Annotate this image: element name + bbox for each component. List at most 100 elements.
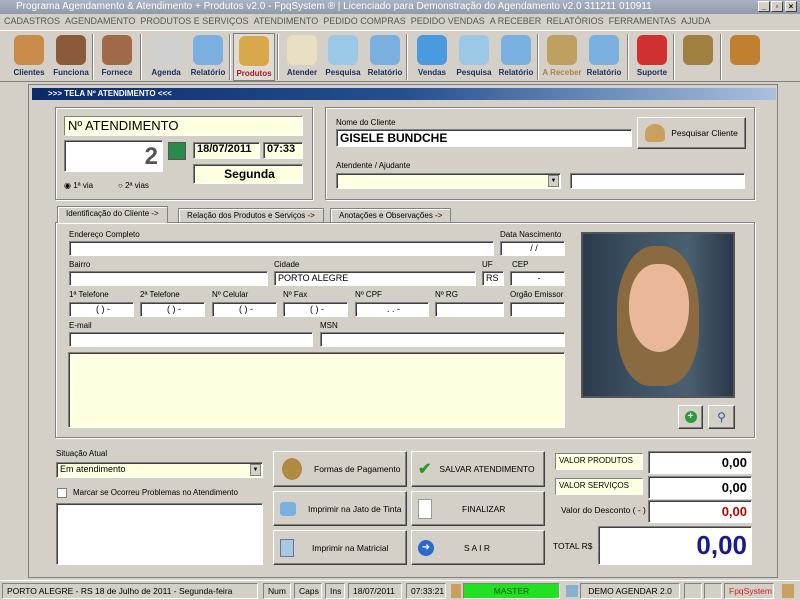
- toolbar-button-coin[interactable]: [677, 33, 719, 81]
- zoom-photo-button[interactable]: ⚲: [708, 405, 735, 429]
- atendente-extra-input[interactable]: [570, 173, 745, 189]
- email-input[interactable]: [69, 332, 313, 347]
- printer-status-icon[interactable]: [684, 583, 702, 599]
- radio-1a-via[interactable]: ◉ 1ª via: [64, 181, 93, 190]
- toolbar-button-label: Funciona: [53, 68, 89, 77]
- endereco-input[interactable]: [69, 241, 494, 256]
- salvar-atendimento-button[interactable]: ✔ SALVAR ATENDIMENTO: [411, 451, 545, 487]
- tab-anotacoes[interactable]: Anotações e Observações ->: [330, 208, 452, 223]
- toolbar-button-relat-rio[interactable]: Relatório: [364, 33, 406, 81]
- user-icon: [451, 584, 461, 598]
- radio-2a-vias[interactable]: ○ 2ª vias: [118, 181, 149, 190]
- uf-input[interactable]: RS: [482, 271, 504, 286]
- cliente-label: Nome do Cliente: [336, 118, 396, 127]
- total-value: 0,00: [598, 526, 752, 565]
- date-field[interactable]: 18/07/2011: [193, 142, 260, 159]
- toolbar-button-suporte[interactable]: Suporte: [631, 33, 673, 81]
- toolbar-button-fornece[interactable]: Fornece: [96, 33, 138, 81]
- add-photo-button[interactable]: +: [678, 405, 703, 429]
- toolbar-button-relat-rio[interactable]: Relatório: [187, 33, 229, 81]
- cidade-input[interactable]: PORTO ALEGRE: [274, 271, 476, 286]
- menu-a-receber[interactable]: A RECEBER: [490, 14, 547, 29]
- cliente-input[interactable]: GISELE BUNDCHE: [336, 129, 632, 147]
- menu-produtos-servicos[interactable]: PRODUTOS E SERVIÇOS: [140, 14, 253, 29]
- problemas-memo[interactable]: [56, 503, 263, 565]
- menu-relatorios[interactable]: RELATÓRIOS: [546, 14, 608, 29]
- time-field[interactable]: 07:33: [263, 142, 303, 159]
- cep-input[interactable]: -: [510, 271, 565, 286]
- menu-pedido-vendas[interactable]: PEDIDO VENDAS: [411, 14, 490, 29]
- status-num: Num: [263, 583, 291, 599]
- client-photo: [581, 232, 735, 398]
- search-doc-icon: [459, 35, 489, 65]
- bairro-input[interactable]: [69, 271, 268, 286]
- chevron-down-icon[interactable]: ▼: [250, 464, 261, 476]
- valor-produtos-value: 0,00: [648, 451, 752, 474]
- toolbar-button-vendas[interactable]: Vendas: [411, 33, 453, 81]
- imprimir-matricial-button[interactable]: Imprimir na Matricial: [273, 530, 407, 565]
- finalizar-button[interactable]: FINALIZAR: [411, 491, 545, 526]
- fax-input[interactable]: ( ) -: [283, 302, 348, 317]
- status-ins: Ins: [325, 583, 345, 599]
- network-icon[interactable]: [704, 583, 722, 599]
- toolbar-button-label: Atender: [286, 68, 318, 77]
- employee-icon: [56, 35, 86, 65]
- pesquisar-cliente-button[interactable]: Pesquisar Cliente: [637, 117, 746, 149]
- situacao-select[interactable]: Em atendimento ▼: [56, 462, 263, 478]
- imprimir-jato-button[interactable]: Imprimir na Jato de Tinta: [273, 491, 407, 526]
- toolbar-button-label: Relatório: [586, 68, 622, 77]
- toolbar-button-clientes[interactable]: Clientes: [8, 33, 50, 81]
- salvar-atendimento-label: SALVAR ATENDIMENTO: [439, 464, 535, 474]
- toolbar-button-funciona[interactable]: Funciona: [50, 33, 92, 81]
- problemas-checkbox[interactable]: [57, 488, 67, 498]
- imprimir-matricial-label: Imprimir na Matricial: [312, 542, 389, 553]
- toolbar-separator: [277, 34, 279, 80]
- toolbar-button-agenda[interactable]: Agenda: [145, 33, 187, 81]
- formas-pagamento-button[interactable]: Formas de Pagamento: [273, 451, 407, 487]
- close-button[interactable]: ×: [785, 1, 797, 12]
- toolbar-button-relat-rio[interactable]: Relatório: [495, 33, 537, 81]
- menu-ferramentas[interactable]: FERRAMENTAS: [609, 14, 681, 29]
- msn-input[interactable]: [320, 332, 565, 347]
- toolbar-button-atender[interactable]: Atender: [281, 33, 323, 81]
- atendente-label: Atendente / Ajudante: [336, 161, 411, 170]
- tel1-input[interactable]: ( ) -: [69, 302, 134, 317]
- desconto-input[interactable]: 0,00: [648, 500, 752, 523]
- menu-agendamento[interactable]: AGENDAMENTO: [65, 14, 140, 29]
- users-icon: [645, 124, 666, 142]
- cpf-input[interactable]: . . -: [355, 302, 429, 317]
- title-bar: Programa Agendamento & Atendimento + Pro…: [0, 0, 800, 14]
- menu-pedido-compras[interactable]: PEDIDO COMPRAS: [323, 14, 411, 29]
- printer-doc-icon: [280, 538, 294, 557]
- menu-cadastros[interactable]: CADASTROS: [4, 14, 65, 29]
- chevron-down-icon[interactable]: ▼: [548, 175, 559, 187]
- observacoes-memo[interactable]: [68, 352, 565, 428]
- status-location: PORTO ALEGRE - RS 18 de Julho de 2011 - …: [2, 583, 258, 599]
- atendente-select[interactable]: ▼: [336, 173, 561, 189]
- calendar-icon[interactable]: [168, 142, 186, 160]
- nascimento-input[interactable]: / /: [500, 241, 565, 256]
- menu-atendimento[interactable]: ATENDIMENTO: [254, 14, 324, 29]
- tel2-input[interactable]: ( ) -: [140, 302, 205, 317]
- celular-input[interactable]: ( ) -: [212, 302, 277, 317]
- maximize-button[interactable]: ▫: [771, 1, 783, 12]
- sair-button[interactable]: ➜ S A I R: [411, 530, 545, 565]
- toolbar-button-exit-door[interactable]: [724, 33, 766, 81]
- toolbar-button-pesquisa[interactable]: Pesquisa: [322, 33, 364, 81]
- tab-produtos-servicos[interactable]: Relação dos Produtos e Serviços ->: [178, 208, 324, 223]
- orgao-input[interactable]: [510, 302, 565, 317]
- toolbar-button-pesquisa[interactable]: Pesquisa: [453, 33, 495, 81]
- cpf-label: Nº CPF: [355, 290, 382, 299]
- status-time: 07:33:21: [406, 583, 446, 599]
- minimize-button[interactable]: _: [758, 1, 770, 12]
- magnifier-icon: ⚲: [717, 410, 726, 424]
- rg-input[interactable]: [435, 302, 504, 317]
- toolbar-button-relat-rio[interactable]: Relatório: [583, 33, 625, 81]
- toolbar-separator: [673, 34, 675, 80]
- tab-identificacao[interactable]: Identificação do Cliente ->: [57, 206, 168, 223]
- money-icon: [547, 35, 577, 65]
- toolbar-button-produtos[interactable]: Produtos: [233, 33, 275, 81]
- menu-ajuda[interactable]: AJUDA: [681, 14, 716, 29]
- toolbar-button-a-receber[interactable]: A Receber: [541, 33, 583, 81]
- printer-icon: [589, 35, 619, 65]
